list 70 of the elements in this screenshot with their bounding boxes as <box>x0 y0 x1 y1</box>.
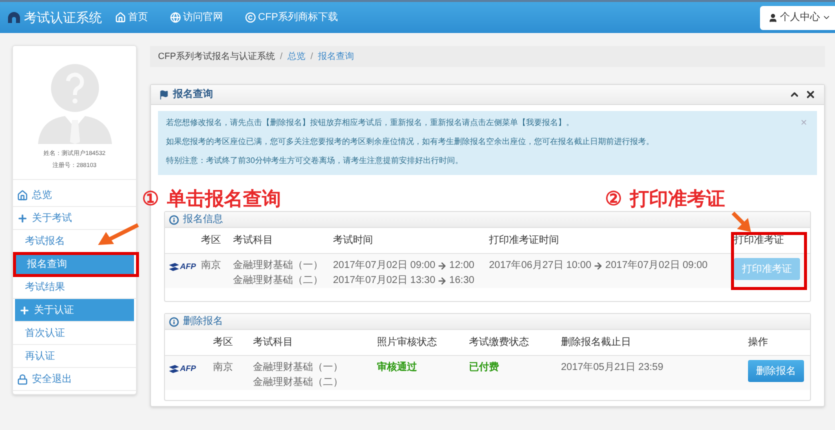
breadcrumb-text: CFP系列考试报名与认证系统 <box>158 50 275 63</box>
breadcrumb-separator: / <box>310 50 314 63</box>
close-icon[interactable] <box>805 89 816 100</box>
flag-icon <box>159 90 169 100</box>
column-header: 删除报名截止日 <box>561 330 748 356</box>
column-header: 打印准考证 <box>734 228 810 254</box>
button[interactable]: 删除报名 <box>748 360 804 382</box>
home-icon <box>17 190 28 200</box>
section-header: 报名信息 <box>165 212 810 228</box>
exam-time: 2017年07月02日 13:30 16:30 <box>333 274 476 288</box>
globe-icon <box>170 12 181 23</box>
circle-c-icon <box>245 12 256 23</box>
table-cell: 2017年05月21日 23:59 <box>561 362 664 373</box>
callout-text: ② 打印准考证 <box>605 188 725 212</box>
subject-text: 金融理财基础（二） <box>253 376 344 390</box>
arrow-right-icon <box>437 260 448 270</box>
column-header: 照片审核状态 <box>377 330 469 356</box>
alert-text: 如果您报考的考区座位已满，您可多关注您要报考的考区剩余座位情况，如有考生删除报名空余出座位，您可在报名截止日期前进行报考。 <box>166 136 654 148</box>
user-menu-button[interactable]: 个人中心 <box>760 6 835 30</box>
panel-title: 报名查询 <box>173 88 213 102</box>
sidebar-item[interactable]: 首次认证 <box>13 322 136 345</box>
breadcrumb-link[interactable]: 报名查询 <box>318 50 354 64</box>
sidebar-item[interactable]: 安全退出 <box>13 368 136 391</box>
exam-time: 2017年07月02日 09:00 12:00 <box>333 259 476 273</box>
photo-status: 审核通过 <box>377 362 417 373</box>
payment-status: 已付费 <box>469 362 499 373</box>
breadcrumb-link[interactable]: 总览 <box>288 50 306 64</box>
alert-close[interactable]: × <box>800 115 807 132</box>
sidebar-item[interactable]: 关于认证 <box>15 299 134 322</box>
column-header: 打印准考证时间 <box>489 228 734 254</box>
subject-text: 金融理财基础（二） <box>233 274 324 288</box>
arrow-right-icon <box>593 260 604 270</box>
caret-icon <box>822 13 831 22</box>
arrow-right-icon <box>437 276 448 286</box>
column-header: 考区 <box>201 228 233 254</box>
info-icon <box>169 316 179 326</box>
afp-logo: AFP <box>169 363 213 375</box>
arrow <box>732 212 751 232</box>
column-header: 考区 <box>213 330 253 356</box>
arrow <box>98 223 139 245</box>
column-header: 考试科目 <box>233 228 333 254</box>
sidebar-item[interactable]: 关于考试 <box>13 207 136 230</box>
callout-text: ① 单击报名查询 <box>142 188 281 212</box>
afp-logo: AFP <box>169 261 201 273</box>
user-icon <box>768 12 778 22</box>
subject-text: 金融理财基础（一） <box>253 360 344 375</box>
app-title: 考试认证系统 <box>24 8 102 27</box>
sidebar-item[interactable]: 总览 <box>13 184 136 207</box>
column-header: 考试缴费状态 <box>469 330 561 356</box>
home-icon <box>115 12 126 23</box>
logo-icon <box>8 12 20 23</box>
plus-icon <box>17 212 28 224</box>
column-header: 考试科目 <box>253 330 377 356</box>
column-header: 操作 <box>748 330 810 356</box>
table-cell: 南京 <box>213 362 233 373</box>
table-cell: 南京 <box>201 260 221 271</box>
subject-text: 金融理财基础（一） <box>233 258 324 273</box>
sidebar-item[interactable]: 再认证 <box>13 345 136 368</box>
alert-text: 若您想修改报名，请先点击【删除报名】按钮放弃相应考试后，重新报名，重新报名请点击左侧菜单【我要报名】。 <box>166 117 574 129</box>
nav-link[interactable]: CFP系列商标下载 <box>245 10 338 25</box>
lock-icon <box>17 374 28 384</box>
info-icon <box>169 214 179 224</box>
nav-link[interactable]: 访问官网 <box>170 10 223 25</box>
breadcrumb-separator: / <box>280 50 283 63</box>
nav-link[interactable]: 首页 <box>115 10 148 25</box>
alert-text: 特别注意：考试终了前30分钟考生方可交卷离场，请考生注意提前安排好出行时间。 <box>166 155 463 167</box>
column-header: 考试时间 <box>333 228 489 254</box>
plus-icon <box>19 304 30 316</box>
print-time: 2017年06月27日 10:00 2017年07月02日 09:00 <box>489 259 709 273</box>
section-header: 删除报名 <box>165 314 810 330</box>
